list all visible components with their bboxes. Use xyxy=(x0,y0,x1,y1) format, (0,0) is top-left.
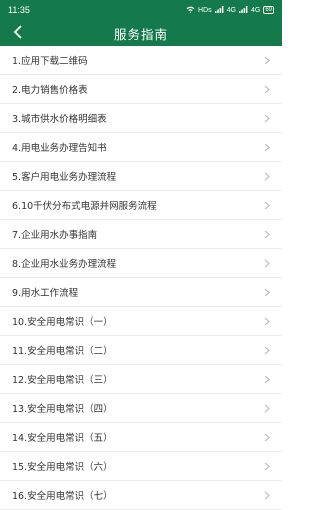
list-item[interactable]: 2.电力销售价格表 xyxy=(0,75,282,104)
signal-label-2: 4G xyxy=(250,6,261,14)
list-item-label: 4.用电业务办理告知书 xyxy=(12,143,107,154)
list-item-label: 14.安全用电常识（五） xyxy=(12,433,113,444)
list-item[interactable]: 4.用电业务办理告知书 xyxy=(0,133,282,162)
status-bar: 11:35 HDs 4G 4G 69 xyxy=(0,0,282,20)
list-item-label: 3.城市供水价格明细表 xyxy=(12,114,107,125)
list-item[interactable]: 16.安全用电常识（七） xyxy=(0,481,282,510)
list-item-label: 5.客户用电业务办理流程 xyxy=(12,172,117,183)
list-item-label: 10.安全用电常识（一） xyxy=(12,317,113,328)
list-item[interactable]: 3.城市供水价格明细表 xyxy=(0,104,282,133)
list-item-label: 8.企业用水业务办理流程 xyxy=(12,259,117,270)
list-item-label: 11.安全用电常识（二） xyxy=(12,346,113,357)
back-arrow-icon xyxy=(13,24,23,43)
signal-icon-2 xyxy=(238,5,248,15)
chevron-right-icon xyxy=(262,113,272,123)
network-label: HDs xyxy=(198,6,212,14)
chevron-right-icon xyxy=(262,55,272,65)
list-item[interactable]: 9.用水工作流程 xyxy=(0,278,282,307)
chevron-right-icon xyxy=(262,200,272,210)
list-item[interactable]: 13.安全用电常识（四） xyxy=(0,394,282,423)
list-item[interactable]: 1.应用下载二维码 xyxy=(0,46,282,75)
chevron-right-icon xyxy=(262,142,272,152)
chevron-right-icon xyxy=(262,490,272,500)
chevron-right-icon xyxy=(262,403,272,413)
list-item-label: 13.安全用电常识（四） xyxy=(12,404,113,415)
wifi-icon xyxy=(186,6,195,15)
list-item[interactable]: 8.企业用水业务办理流程 xyxy=(0,249,282,278)
chevron-right-icon xyxy=(262,171,272,181)
battery-icon: 69 xyxy=(263,6,274,14)
chevron-right-icon xyxy=(262,432,272,442)
chevron-right-icon xyxy=(262,84,272,94)
list-item-label: 2.电力销售价格表 xyxy=(12,85,88,96)
chevron-right-icon xyxy=(262,287,272,297)
list-item[interactable]: 10.安全用电常识（一） xyxy=(0,307,282,336)
chevron-right-icon xyxy=(262,229,272,239)
chevron-right-icon xyxy=(262,374,272,384)
list-item[interactable]: 11.安全用电常识（二） xyxy=(0,336,282,365)
list-item[interactable]: 6.10千伏分布式电源并网服务流程 xyxy=(0,191,282,220)
status-time: 11:35 xyxy=(8,5,30,15)
back-button[interactable] xyxy=(8,23,28,43)
list-item[interactable]: 15.安全用电常识（六） xyxy=(0,452,282,481)
chevron-right-icon xyxy=(262,461,272,471)
list-item-label: 12.安全用电常识（三） xyxy=(12,375,113,386)
chevron-right-icon xyxy=(262,258,272,268)
chevron-right-icon xyxy=(262,345,272,355)
list-item-label: 6.10千伏分布式电源并网服务流程 xyxy=(12,201,157,212)
list-item-label: 7.企业用水办事指南 xyxy=(12,230,98,241)
list-item[interactable]: 5.客户用电业务办理流程 xyxy=(0,162,282,191)
list-item-label: 9.用水工作流程 xyxy=(12,288,79,299)
list-item-label: 15.安全用电常识（六） xyxy=(12,462,113,473)
list-item-label: 1.应用下载二维码 xyxy=(12,56,88,67)
battery-level: 69 xyxy=(265,7,272,13)
list-item[interactable]: 7.企业用水办事指南 xyxy=(0,220,282,249)
list-item[interactable]: 12.安全用电常识（三） xyxy=(0,365,282,394)
chevron-right-icon xyxy=(262,316,272,326)
header: 服务指南 xyxy=(0,20,282,46)
signal-icon xyxy=(214,5,224,15)
signal-label-1: 4G xyxy=(226,6,236,14)
guide-list: 1.应用下载二维码 2.电力销售价格表 3.城市供水价格明细表 4.用电业务办理… xyxy=(0,46,282,510)
list-item[interactable]: 14.安全用电常识（五） xyxy=(0,423,282,452)
status-icons: HDs 4G 4G 69 xyxy=(186,5,274,15)
page-title: 服务指南 xyxy=(113,26,168,42)
